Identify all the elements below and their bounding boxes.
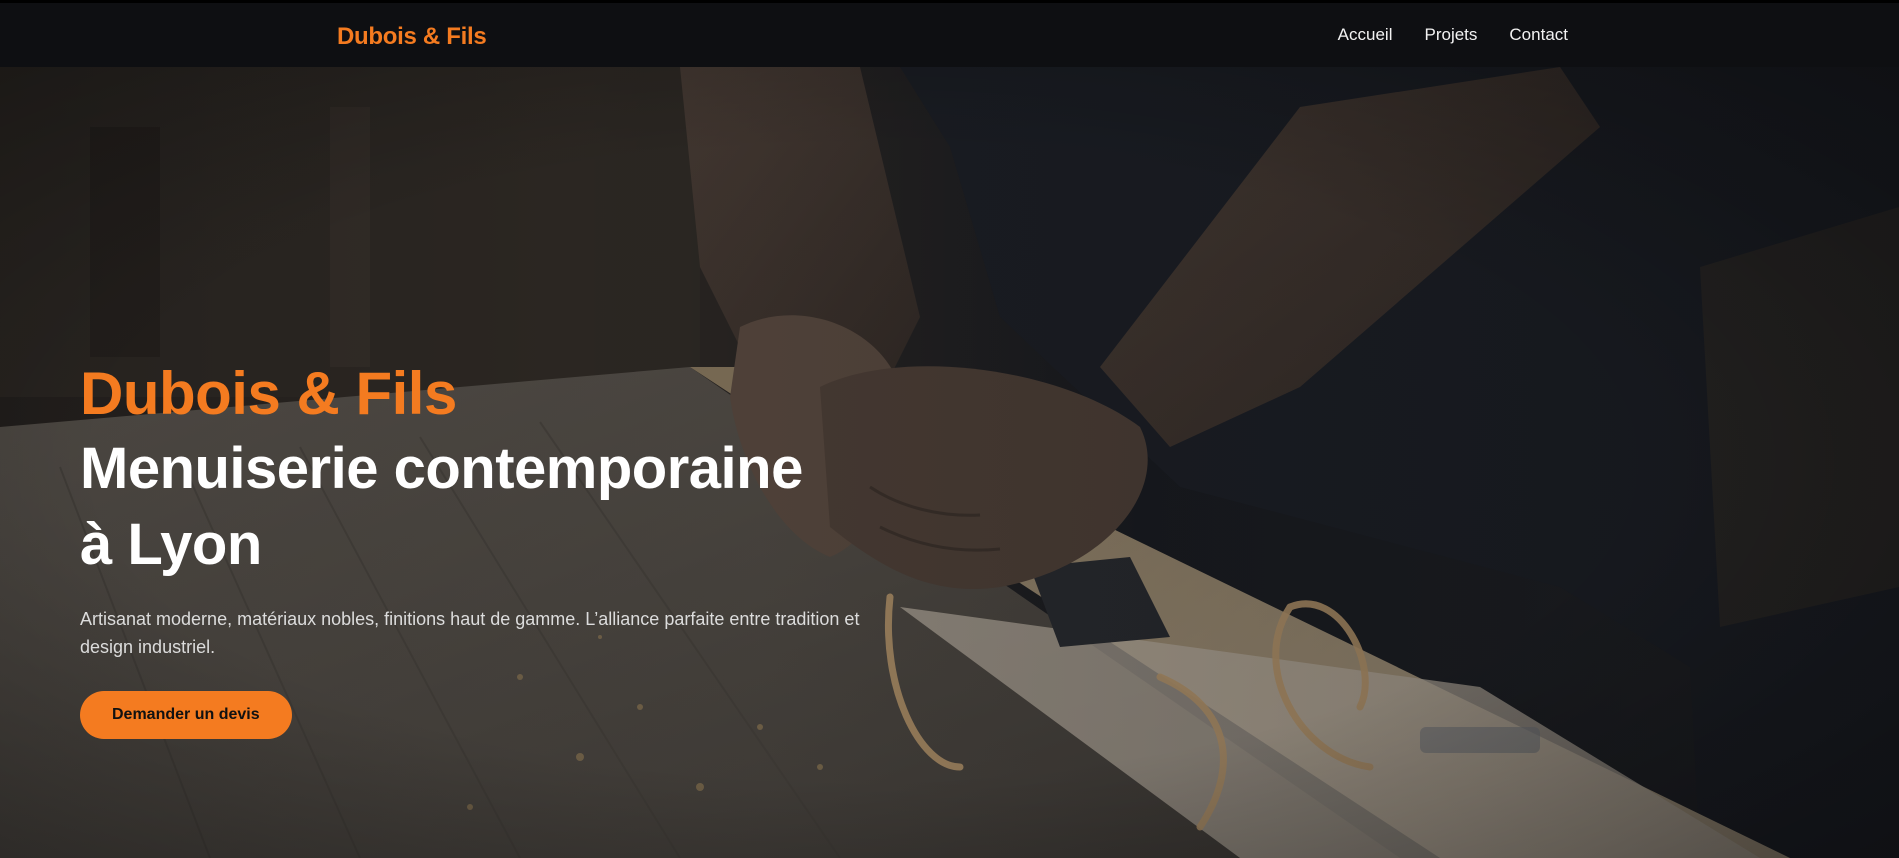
hero-content: Dubois & Fils Menuiserie contemporaine à… (80, 357, 880, 739)
hero-section: Dubois & Fils Menuiserie contemporaine à… (0, 67, 1899, 858)
hero-title: Menuiserie contemporaine à Lyon (80, 436, 803, 577)
nav-link-accueil[interactable]: Accueil (1338, 25, 1393, 45)
site-logo[interactable]: Dubois & Fils (337, 23, 487, 51)
request-quote-button[interactable]: Demander un devis (80, 691, 292, 739)
hero-brand-heading: Dubois & Fils (80, 360, 457, 427)
hero-description: Artisanat moderne, matériaux nobles, fin… (80, 609, 860, 657)
main-nav: Accueil Projets Contact (1338, 25, 1568, 45)
nav-link-projets[interactable]: Projets (1424, 25, 1477, 45)
nav-link-contact[interactable]: Contact (1509, 25, 1568, 45)
top-navbar: Dubois & Fils Accueil Projets Contact (0, 0, 1899, 67)
landing-page: Dubois & Fils Accueil Projets Contact Du… (0, 0, 1899, 858)
